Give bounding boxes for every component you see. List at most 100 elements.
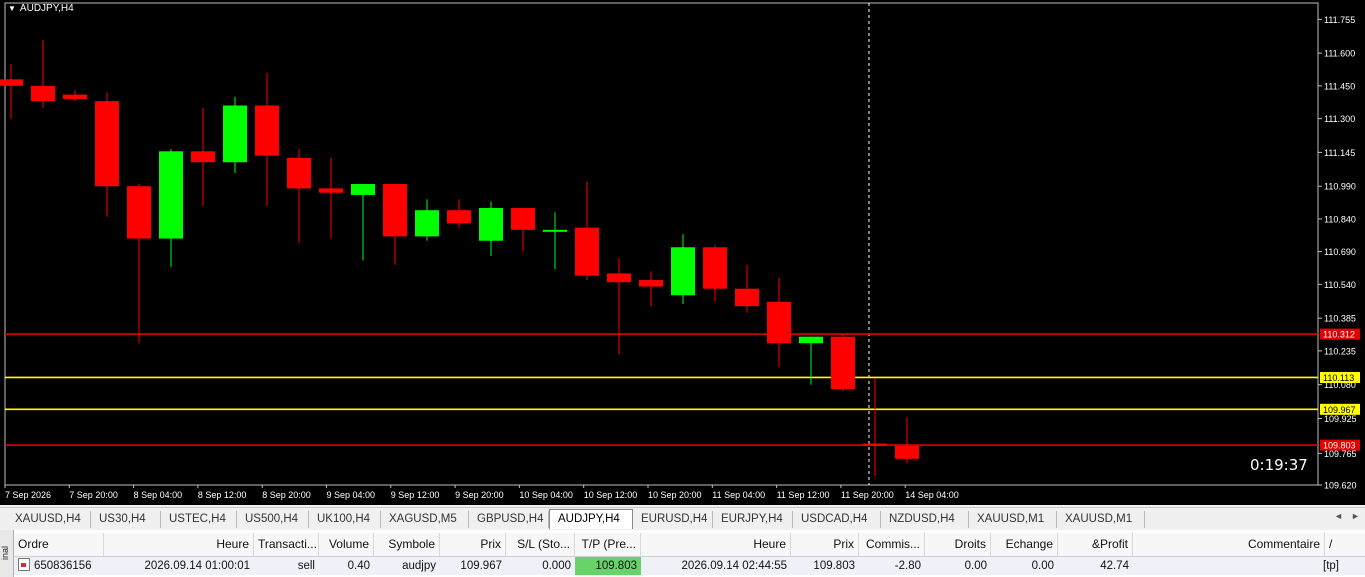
cell-open-time: 2026.09.14 01:00:01	[144, 560, 250, 572]
cell-tp: 109.803	[575, 557, 641, 575]
chart-symbol-label: AUDJPY,H4	[19, 3, 74, 14]
time-tick-label: 8 Sep 04:00	[134, 490, 183, 500]
candle-body	[383, 184, 407, 237]
time-tick-label: 10 Sep 20:00	[648, 490, 702, 500]
tab-us30-h4[interactable]: US30,H4	[91, 511, 161, 528]
price-tick-label: 110.385	[1324, 314, 1356, 324]
terminal-side-tab[interactable]: inal	[0, 530, 14, 577]
col-header-sl[interactable]: S/L (Sto...	[506, 533, 575, 556]
tab-eurjpy-h4[interactable]: EURJPY,H4	[713, 511, 793, 528]
price-tick-label: 111.600	[1324, 49, 1355, 59]
col-header-exchange[interactable]: Echange	[991, 533, 1058, 556]
tab-uk100-h4[interactable]: UK100,H4	[309, 511, 381, 528]
chart-title: ▼ AUDJPY,H4	[8, 3, 74, 14]
col-header-open-time[interactable]: Heure	[104, 533, 254, 556]
candle-body	[799, 336, 823, 344]
time-tick-label: 9 Sep 20:00	[455, 490, 504, 500]
cell-swap: 0.00	[964, 560, 987, 572]
cell-close-time: 2026.09.14 02:44:55	[681, 560, 787, 572]
col-header-close-price[interactable]: Prix	[791, 533, 859, 556]
time-tick-label: 11 Sep 04:00	[712, 490, 765, 500]
tab-xauusd-m1[interactable]: XAUUSD,M1	[1057, 511, 1145, 528]
tab-xauusd-h4[interactable]: XAUUSD,H4	[7, 511, 91, 528]
tab-audjpy-h4[interactable]: AUDJPY,H4	[549, 509, 633, 529]
price-level-label: 110.312	[1323, 330, 1355, 340]
col-header-profit[interactable]: &Profit	[1058, 533, 1133, 556]
price-tick-label: 109.925	[1324, 414, 1357, 424]
time-tick-label: 11 Sep 20:00	[841, 490, 894, 500]
tab-eurusd-h4[interactable]: EURUSD,H4	[633, 511, 713, 528]
candle-body	[895, 445, 919, 459]
cell-profit: 42.74	[1100, 560, 1129, 572]
col-header-volume[interactable]: Volume	[319, 533, 374, 556]
price-tick-label: 110.840	[1324, 214, 1356, 224]
price-tick-label: 109.620	[1324, 481, 1357, 491]
sort-indicator-icon[interactable]: /	[1325, 533, 1351, 556]
time-tick-label: 9 Sep 12:00	[391, 490, 440, 500]
bar-countdown: 0:19:37	[1250, 456, 1308, 474]
tab-nzdusd-h4[interactable]: NZDUSD,H4	[881, 511, 969, 528]
candle-body	[639, 279, 663, 287]
tab-gbpusd-h4[interactable]: GBPUSD,H4	[469, 511, 549, 528]
cell-type: sell	[297, 560, 315, 572]
dropdown-triangle-icon[interactable]: ▼	[8, 4, 16, 13]
price-tick-label: 110.990	[1324, 182, 1356, 192]
price-level-label: 110.113	[1323, 373, 1354, 383]
cell-sl: 0.000	[542, 560, 571, 572]
candle-body	[223, 105, 247, 163]
terminal-side-label: inal	[0, 545, 10, 560]
cell-order[interactable]: 650836156	[14, 557, 104, 575]
tab-usdcad-h4[interactable]: USDCAD,H4	[793, 511, 881, 528]
price-tick-label: 110.540	[1324, 280, 1356, 290]
plot-frame	[4, 2, 1319, 486]
candle-body	[671, 247, 695, 296]
tab-xagusd-m5[interactable]: XAGUSD,M5	[381, 511, 469, 528]
col-header-order[interactable]: Ordre	[14, 533, 104, 556]
cell-close-price: 109.803	[813, 560, 855, 572]
tab-scroll-left-icon[interactable]: ◄	[1334, 511, 1343, 521]
candle-body	[351, 184, 375, 195]
col-header-close-time[interactable]: Heure	[641, 533, 791, 556]
col-header-commission[interactable]: Commis...	[859, 533, 925, 556]
candle-body	[607, 273, 631, 283]
candle-body	[575, 227, 599, 276]
time-tick-label: 10 Sep 04:00	[519, 490, 573, 500]
tab-xauusd-m1[interactable]: XAUUSD,M1	[969, 511, 1057, 528]
price-tick-label: 111.450	[1324, 81, 1355, 91]
candle-body	[255, 105, 279, 156]
candle-body	[511, 208, 535, 230]
candle-body	[127, 186, 151, 239]
candle-body	[831, 336, 855, 390]
col-header-swap[interactable]: Droits	[925, 533, 991, 556]
col-header-comment[interactable]: Commentaire	[1133, 533, 1325, 556]
col-header-tp[interactable]: T/P (Pre...	[575, 533, 641, 556]
candle-body	[287, 157, 311, 189]
candle-body	[159, 151, 183, 239]
candle-body	[447, 210, 471, 224]
candle-body	[191, 151, 215, 163]
candle-body	[703, 247, 727, 289]
price-tick-label: 111.300	[1324, 114, 1355, 124]
tab-scroll-right-icon[interactable]: ►	[1351, 511, 1360, 521]
candle-body	[31, 85, 55, 102]
cell-volume: 0.40	[347, 560, 370, 572]
cell-exchange: 0.00	[1031, 560, 1054, 572]
tab-us500-h4[interactable]: US500,H4	[237, 511, 309, 528]
cell-commission: -2.80	[894, 560, 921, 572]
chart-area[interactable]: 111.755 111.600 111.450 111.300 111.145 110.9…	[0, 0, 1365, 505]
tab-ustec-h4[interactable]: USTEC,H4	[161, 511, 237, 528]
col-header-price[interactable]: Prix	[440, 533, 506, 556]
price-level-label: 109.967	[1323, 405, 1356, 415]
price-tick-label: 111.755	[1324, 15, 1355, 25]
chart-tab-bar: XAUUSD,H4 US30,H4 USTEC,H4 US500,H4 UK100,H4…	[0, 507, 1365, 531]
candlestick-chart[interactable]: 111.755 111.600 111.450 111.300 111.145 110.9…	[0, 0, 1365, 505]
time-tick-label: 9 Sep 04:00	[327, 490, 376, 500]
col-header-type[interactable]: Transacti...	[254, 533, 319, 556]
cell-order-value: 650836156	[34, 560, 92, 572]
candle-body	[863, 443, 887, 446]
col-header-symbol[interactable]: Symbole	[374, 533, 440, 556]
time-tick-label: 8 Sep 12:00	[198, 490, 247, 500]
terminal-history-panel: inal Ordre Heure Transacti... Volume Sym…	[0, 530, 1365, 577]
candle-body	[543, 229, 567, 232]
candle-body	[95, 101, 119, 187]
